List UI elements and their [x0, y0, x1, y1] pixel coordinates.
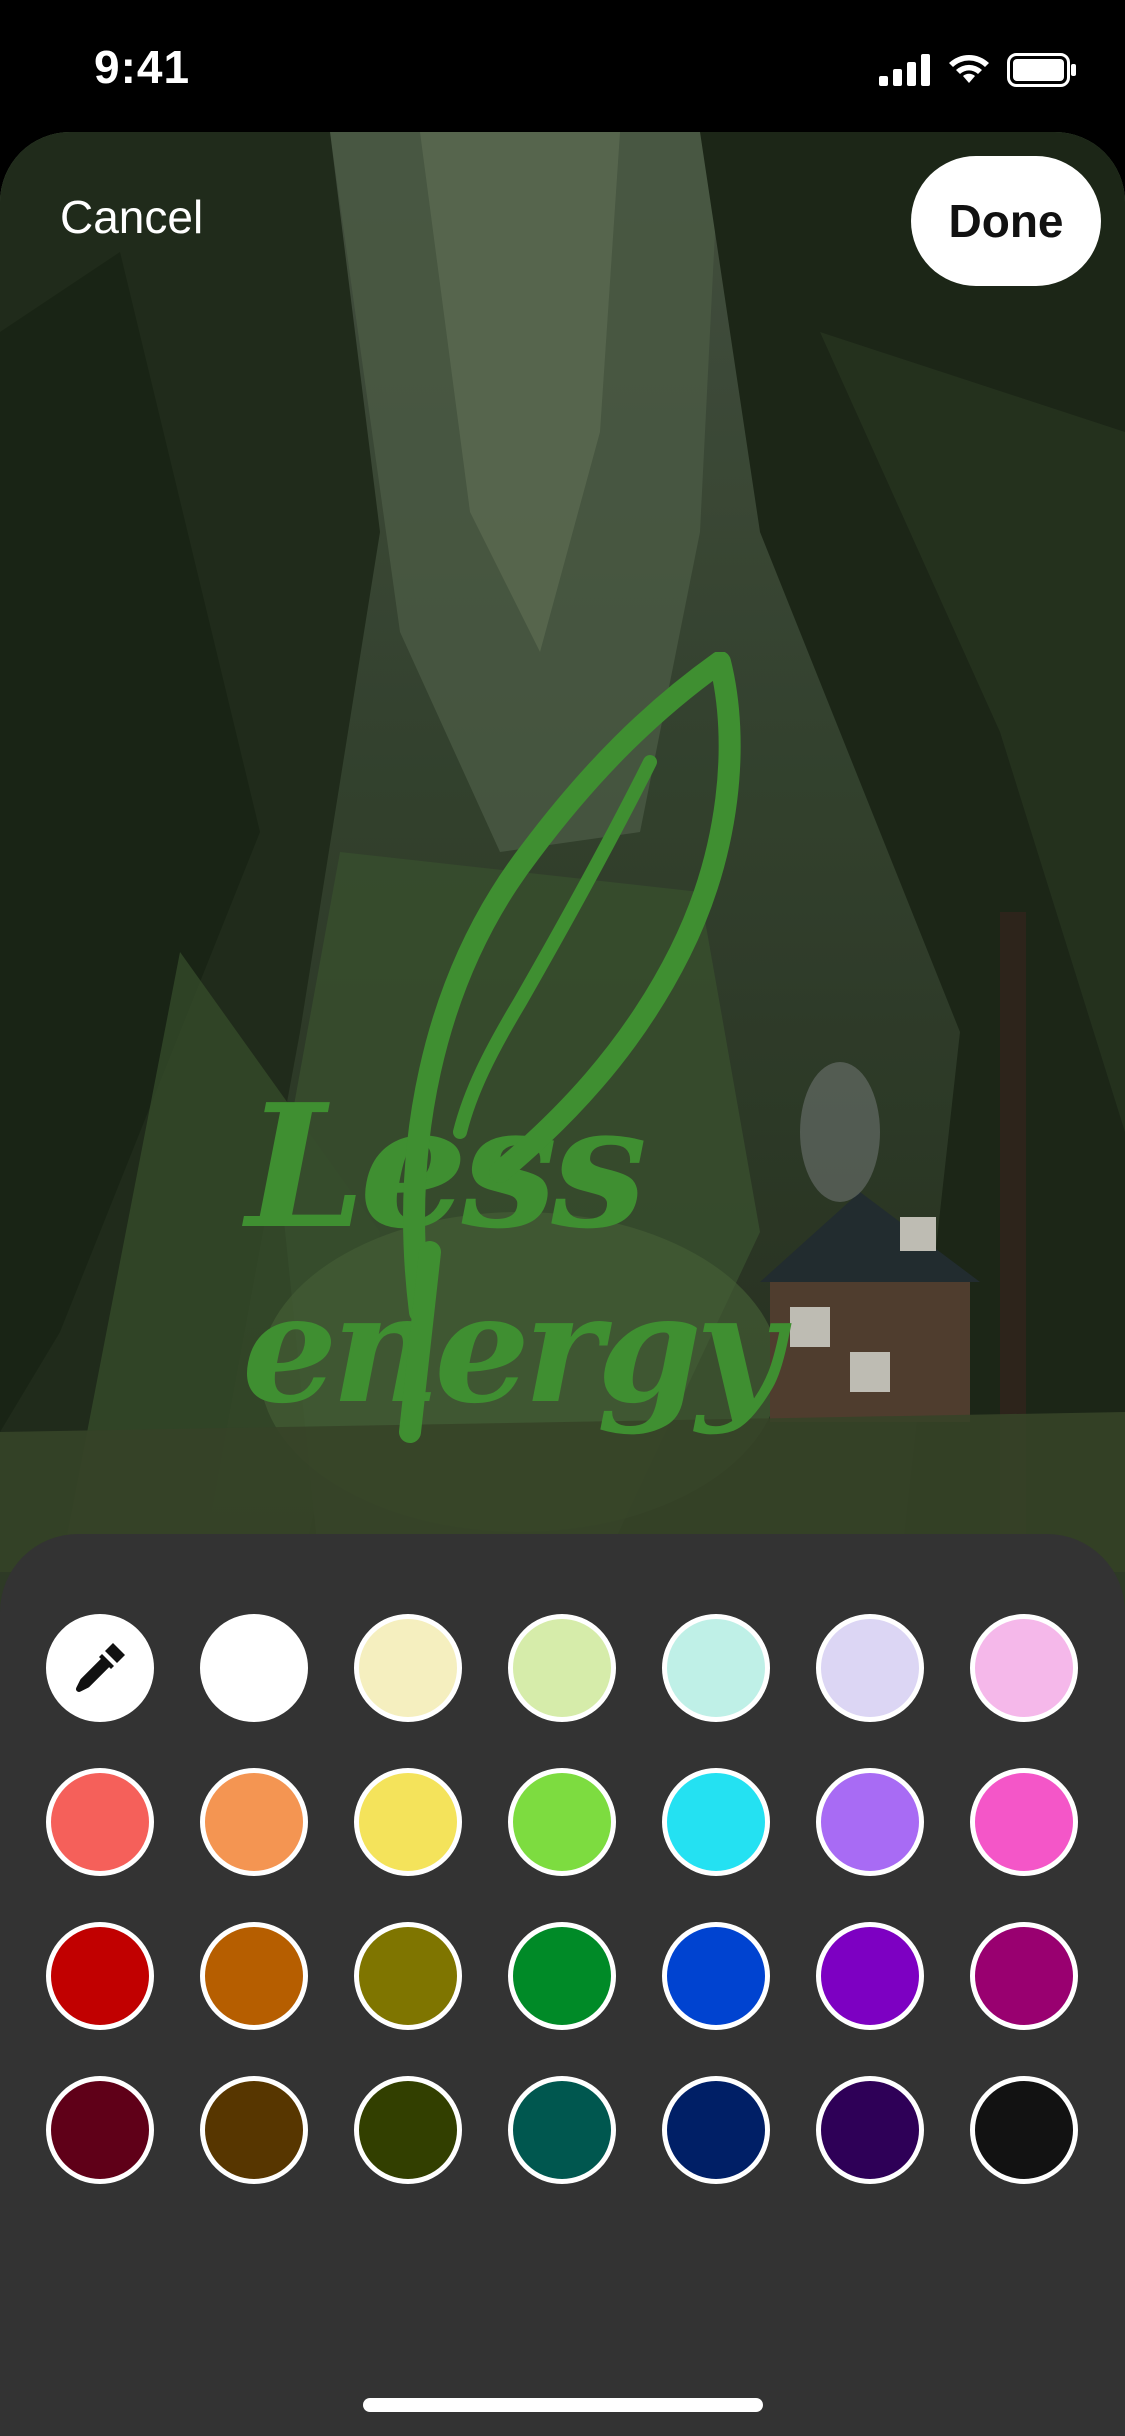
- battery-icon: [1007, 53, 1076, 87]
- color-swatch[interactable]: [816, 1614, 924, 1722]
- color-swatch[interactable]: [662, 1768, 770, 1876]
- color-swatch[interactable]: [508, 2076, 616, 2184]
- status-icons: [879, 50, 1077, 90]
- color-swatch[interactable]: [970, 2076, 1078, 2184]
- color-swatch[interactable]: [816, 2076, 924, 2184]
- color-picker-panel: [0, 1534, 1125, 2436]
- status-time: 9:41: [94, 41, 191, 93]
- color-swatch[interactable]: [816, 1922, 924, 2030]
- home-indicator: [363, 2398, 763, 2412]
- status-bar: 9:41: [0, 0, 1125, 130]
- color-swatch[interactable]: [816, 1768, 924, 1876]
- eyedropper-icon: [76, 1643, 125, 1692]
- color-swatch[interactable]: [354, 1922, 462, 2030]
- color-swatch[interactable]: [200, 1768, 308, 1876]
- sticker-editor: Cancel Done Less energy: [0, 132, 1125, 2436]
- wifi-icon: [949, 55, 989, 83]
- color-swatch[interactable]: [354, 1614, 462, 1722]
- color-swatch[interactable]: [354, 1768, 462, 1876]
- color-swatch[interactable]: [200, 1614, 308, 1722]
- color-swatch[interactable]: [662, 1922, 770, 2030]
- done-button[interactable]: Done: [911, 156, 1101, 286]
- color-swatch-grid: [46, 1614, 1078, 2184]
- color-swatch[interactable]: [46, 1768, 154, 1876]
- cancel-button[interactable]: Cancel: [60, 190, 203, 244]
- color-swatch[interactable]: [508, 1614, 616, 1722]
- color-swatch[interactable]: [970, 1768, 1078, 1876]
- color-swatch[interactable]: [354, 2076, 462, 2184]
- color-swatch[interactable]: [508, 1768, 616, 1876]
- leaf-icon: [399, 652, 741, 1443]
- cellular-signal-icon: [879, 54, 930, 86]
- color-swatch[interactable]: [970, 1614, 1078, 1722]
- color-swatch[interactable]: [970, 1922, 1078, 2030]
- eyedropper-button[interactable]: [46, 1614, 154, 1722]
- color-swatch[interactable]: [46, 1922, 154, 2030]
- color-swatch[interactable]: [200, 2076, 308, 2184]
- color-swatch[interactable]: [46, 2076, 154, 2184]
- color-swatch[interactable]: [200, 1922, 308, 2030]
- color-swatch[interactable]: [662, 1614, 770, 1722]
- color-swatch[interactable]: [662, 2076, 770, 2184]
- text-sticker[interactable]: Less energy: [230, 652, 910, 1452]
- color-swatch[interactable]: [508, 1922, 616, 2030]
